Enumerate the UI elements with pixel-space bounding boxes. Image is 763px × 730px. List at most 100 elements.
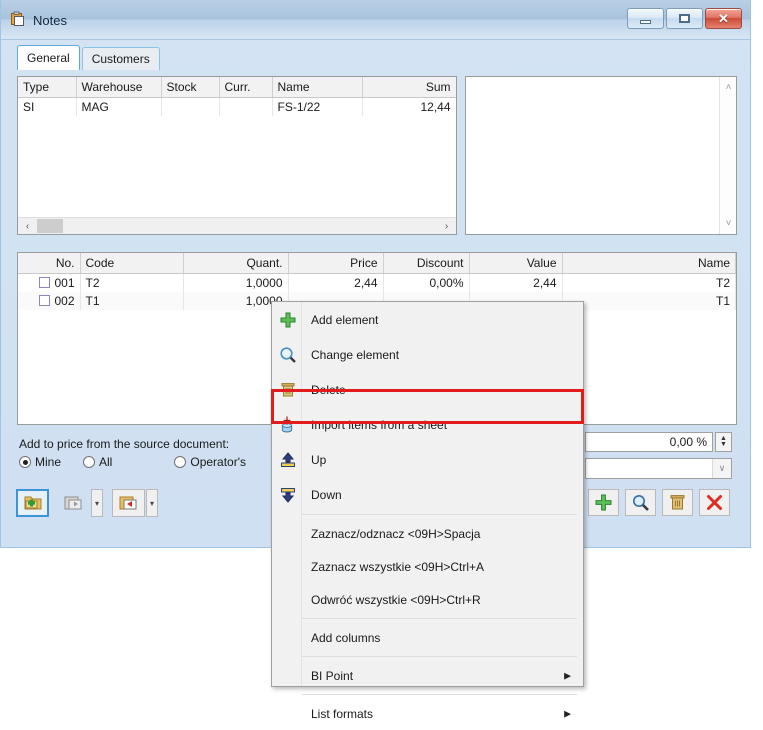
menu-item-label: Add element	[311, 312, 379, 327]
price-combo[interactable]: ∨	[585, 458, 732, 479]
tab-customers[interactable]: Customers	[81, 47, 160, 70]
col-name[interactable]: Name	[272, 77, 363, 98]
paste-back-button[interactable]	[57, 489, 90, 517]
magnifier-icon	[278, 345, 298, 365]
cancel-button[interactable]	[699, 489, 730, 516]
row-checkbox[interactable]	[39, 277, 51, 288]
plus-icon	[595, 494, 612, 511]
col-price[interactable]: Price	[288, 253, 384, 274]
scroll-down-icon[interactable]: ˅	[720, 215, 737, 232]
table-row[interactable]: 001 T2 1,0000 2,44 0,00% 2,44 T2	[18, 273, 736, 292]
tab-general[interactable]: General	[17, 45, 80, 70]
radio-all-label: All	[99, 455, 113, 469]
menu-item-zaznacz-odznacz[interactable]: Zaznacz/odznacz <09H>Spacja	[272, 517, 583, 550]
radio-operators[interactable]: Operator's	[174, 455, 246, 469]
add-button[interactable]	[588, 489, 619, 516]
right-toolbar	[588, 489, 730, 516]
menu-item-label: Zaznacz wszystkie <09H>Ctrl+A	[311, 559, 485, 574]
row-no-label: 001	[54, 276, 75, 290]
cell-curr	[219, 97, 273, 116]
menu-item-odwroc-wszystkie[interactable]: Odwróć wszystkie <09H>Ctrl+R	[272, 583, 583, 616]
menu-item-change-element[interactable]: Change element	[272, 337, 583, 372]
col-discount[interactable]: Discount	[383, 253, 470, 274]
cell-type: SI	[18, 97, 77, 116]
menu-item-down[interactable]: Down	[272, 477, 583, 512]
menu-item-label: Up	[311, 452, 327, 467]
menu-item-bi-point[interactable]: BI Point ▶	[272, 659, 583, 692]
table-row[interactable]: SI MAG FS-1/22 12,44	[18, 97, 456, 116]
cell-stock	[161, 97, 220, 116]
green-plus-icon	[278, 310, 298, 330]
chevron-down-icon[interactable]: ∨	[712, 459, 731, 478]
paste-back-dropdown[interactable]: ▾	[91, 489, 103, 517]
scroll-right-icon[interactable]: ›	[438, 218, 455, 234]
menu-item-label: Add columns	[311, 630, 381, 645]
menu-item-label: Delete	[311, 382, 346, 397]
menu-item-label: Change element	[311, 347, 400, 362]
menu-item-zaznacz-wszystkie[interactable]: Zaznacz wszystkie <09H>Ctrl+A	[272, 550, 583, 583]
col-value[interactable]: Value	[469, 253, 563, 274]
maximize-icon	[679, 14, 690, 23]
minimize-button[interactable]	[627, 8, 664, 29]
submenu-arrow-icon: ▶	[564, 670, 571, 680]
close-button[interactable]: ✕	[705, 8, 742, 29]
cell-no: 001	[18, 273, 81, 292]
header-grid-table: Type Warehouse Stock Curr. Name Sum SI M…	[18, 77, 456, 116]
cell-item-name: T2	[562, 273, 736, 292]
col-stock[interactable]: Stock	[161, 77, 220, 98]
header-grid-header-row: Type Warehouse Stock Curr. Name Sum	[18, 77, 456, 98]
col-no[interactable]: No.	[18, 253, 81, 274]
col-curr[interactable]: Curr.	[219, 77, 273, 98]
trash-icon	[670, 495, 685, 510]
trash-icon	[278, 380, 298, 400]
percent-stepper[interactable]: ▲ ▼	[715, 432, 732, 452]
cell-name: FS-1/22	[272, 97, 363, 116]
menu-item-label: List formats	[311, 706, 374, 721]
percent-field[interactable]: 0,00 %	[585, 432, 713, 452]
menu-item-import-items-from-a-sheet[interactable]: Import items from a sheet	[272, 407, 583, 442]
col-quant[interactable]: Quant.	[183, 253, 289, 274]
scroll-up-icon[interactable]: ˄	[720, 79, 737, 96]
add-folder-button[interactable]	[16, 489, 49, 517]
menu-item-label: Odwróć wszystkie <09H>Ctrl+R	[311, 592, 481, 607]
menu-separator	[302, 694, 577, 695]
left-toolbar: ▾ ▾	[16, 489, 158, 517]
delete-button[interactable]	[662, 489, 693, 516]
title-bar[interactable]: Notes ✕	[1, 0, 750, 40]
col-type[interactable]: Type	[18, 77, 77, 98]
menu-separator	[302, 618, 577, 619]
paste-forward-button[interactable]	[112, 489, 145, 517]
menu-item-list-formats[interactable]: List formats ▶	[272, 697, 583, 730]
header-grid[interactable]: Type Warehouse Stock Curr. Name Sum SI M…	[17, 76, 457, 235]
notes-textarea[interactable]: ˄ ˅	[465, 76, 737, 235]
col-item-name[interactable]: Name	[562, 253, 736, 274]
radio-all[interactable]: All	[83, 455, 112, 469]
header-grid-hscrollbar[interactable]: ‹ ›	[18, 217, 456, 234]
submenu-arrow-icon: ▶	[564, 708, 571, 718]
menu-item-delete[interactable]: Delete	[272, 372, 583, 407]
items-grid-header-row: No. Code Quant. Price Discount Value Nam…	[18, 253, 736, 274]
col-code[interactable]: Code	[80, 253, 184, 274]
menu-item-label: Import items from a sheet	[311, 417, 448, 432]
radio-mine[interactable]: Mine	[19, 455, 61, 469]
row-checkbox[interactable]	[39, 295, 51, 306]
cell-item-name: T1	[562, 292, 736, 310]
scroll-left-icon[interactable]: ‹	[19, 218, 36, 234]
paste-forward-dropdown[interactable]: ▾	[146, 489, 158, 517]
menu-item-add-element[interactable]: Add element	[272, 302, 583, 337]
col-sum[interactable]: Sum	[362, 77, 456, 98]
hscroll-thumb[interactable]	[37, 219, 63, 233]
minimize-icon	[640, 20, 651, 24]
window-title: Notes	[33, 13, 67, 28]
col-warehouse[interactable]: Warehouse	[76, 77, 162, 98]
maximize-button[interactable]	[666, 8, 703, 29]
radio-mine-label: Mine	[35, 455, 62, 469]
spin-down-icon[interactable]: ▼	[720, 441, 727, 448]
add-folder-icon	[24, 496, 41, 510]
context-menu: Add element Change element Delete Import…	[271, 301, 584, 721]
notes-vscrollbar[interactable]: ˄ ˅	[719, 77, 736, 234]
menu-item-up[interactable]: Up	[272, 442, 583, 477]
search-button[interactable]	[625, 489, 656, 516]
menu-item-add-columns[interactable]: Add columns	[272, 621, 583, 654]
tab-strip: General Customers	[17, 45, 160, 70]
